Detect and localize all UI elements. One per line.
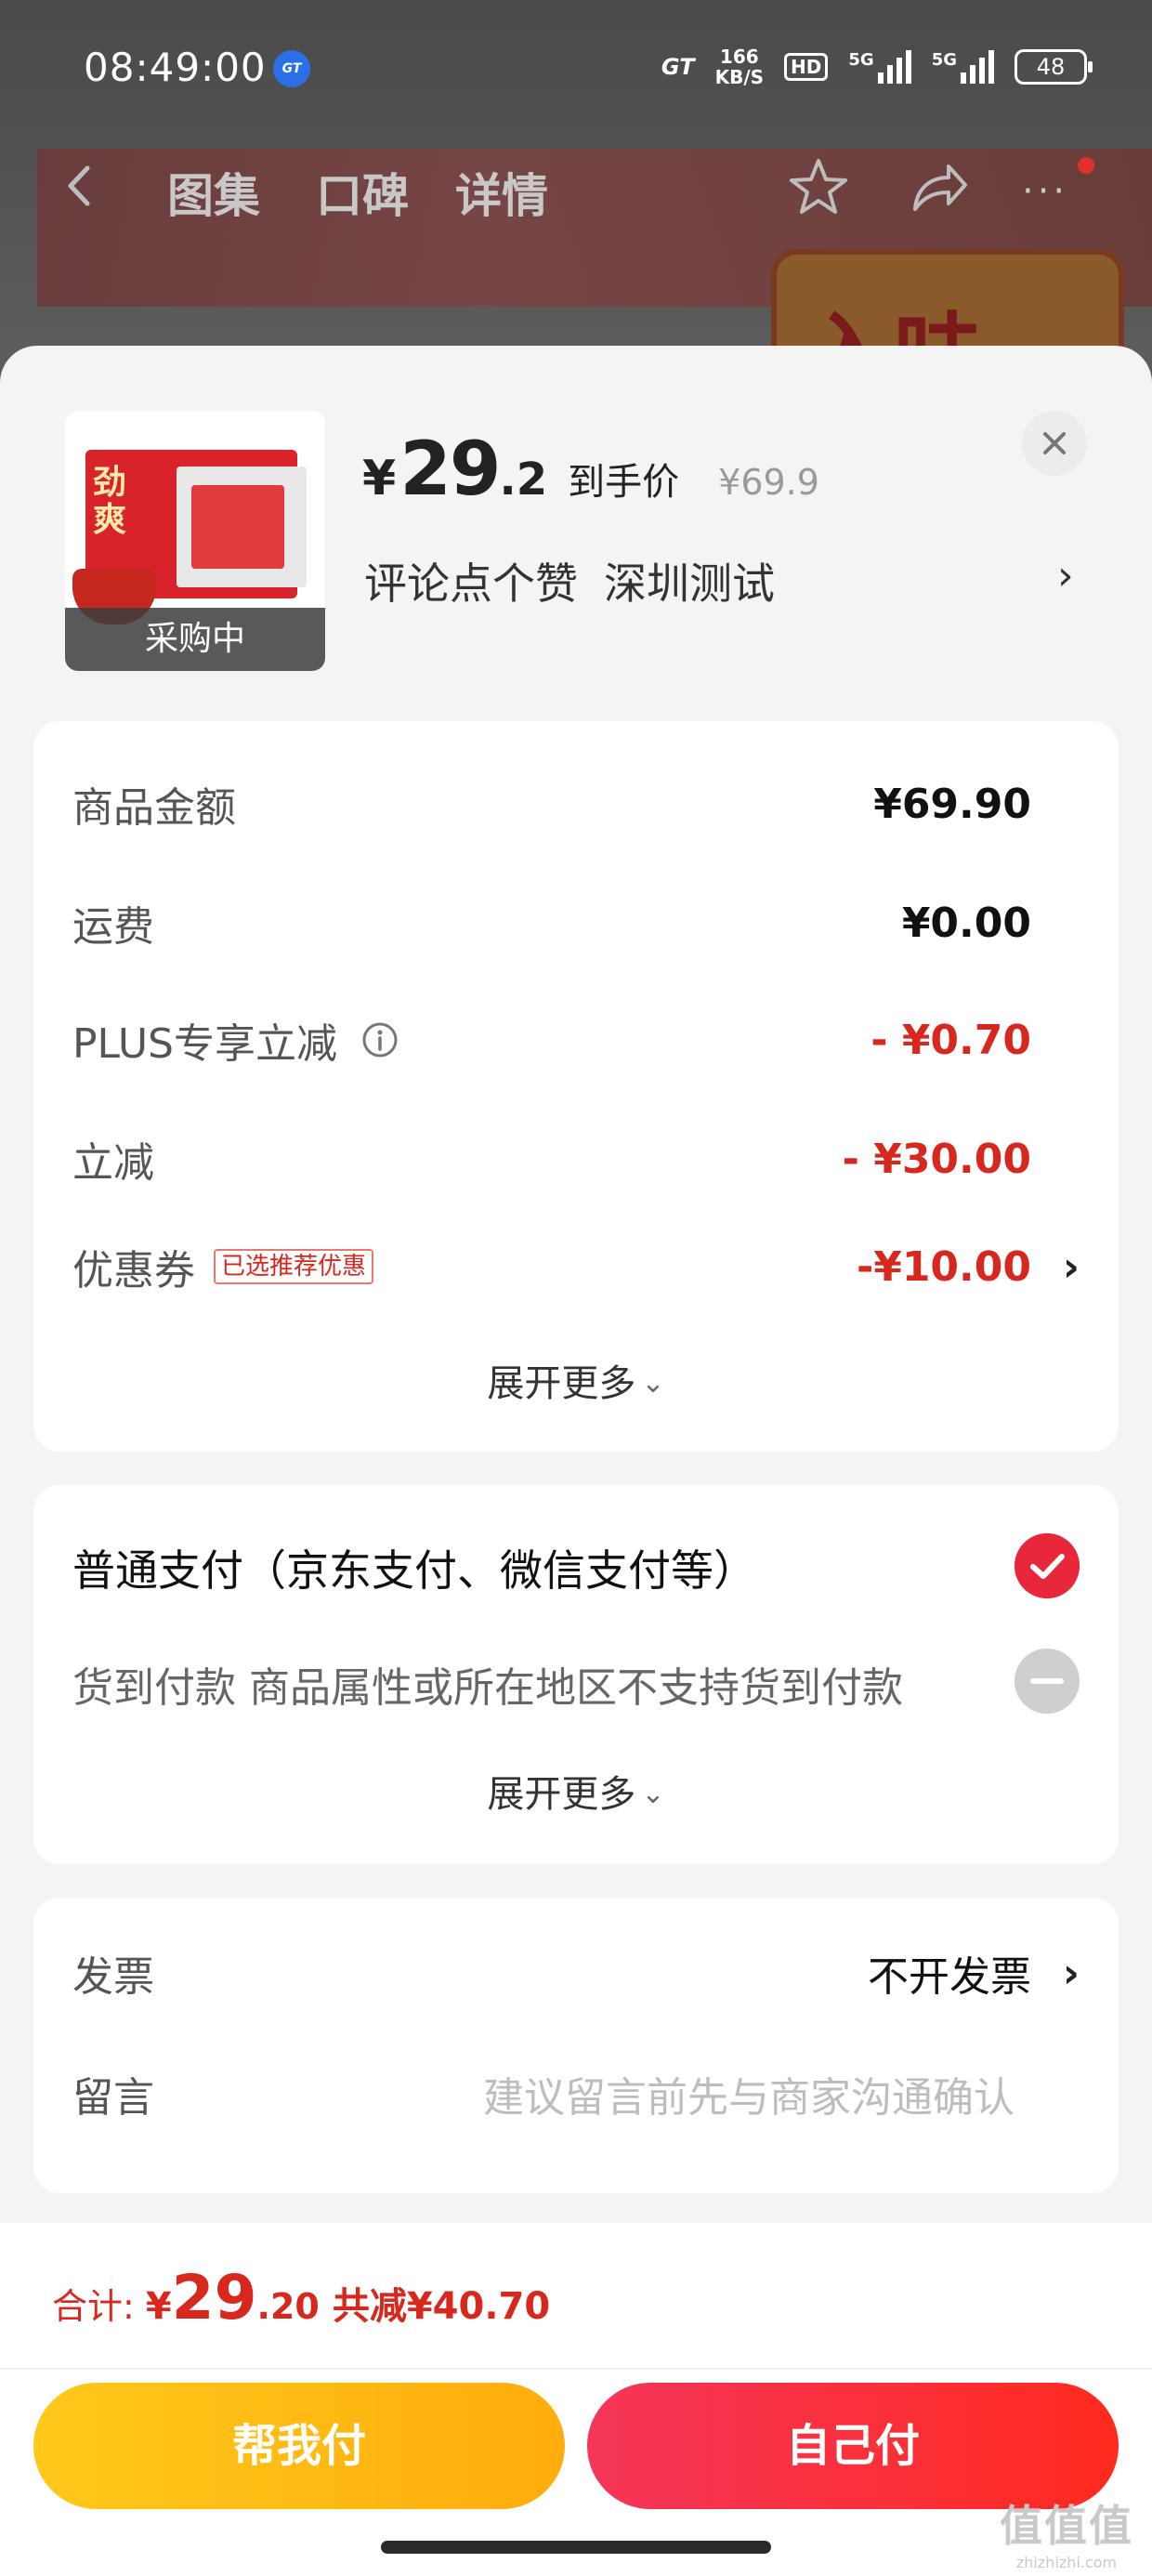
chevron-right-icon: › (1062, 1949, 1080, 1997)
help-me-pay-button[interactable]: 帮我付 (33, 2383, 565, 2509)
gt-app-icon: GT (273, 50, 310, 87)
signal-5g-icon: 5G (848, 50, 911, 84)
payment-option-normal[interactable]: 普通支付（京东支付、微信支付等） (72, 1537, 756, 1598)
chevron-right-icon[interactable]: › (1063, 1243, 1080, 1291)
checkout-footer: 合计: ¥ 29 .20 共减¥40.70 帮我付 自己付 值值值 zhizhi… (0, 2223, 1152, 2576)
chevron-down-icon: ⌄ (641, 1778, 665, 1810)
final-price-label: 到手价 (568, 461, 680, 504)
close-icon[interactable] (1022, 411, 1087, 476)
hd-icon: HD (784, 53, 829, 81)
status-bar: 08:49:00 GT GT 166 KB/S HD 5G 5G 48 (0, 0, 1152, 130)
row-instant-discount: 立减 - ¥30.00 (72, 1135, 1031, 1188)
final-price: ¥ 29 .2 到手价 ¥69.9 (362, 426, 819, 512)
product-thumbnail: 劲爽 采购中 (65, 411, 325, 671)
gt-label: GT (661, 54, 695, 80)
order-total: 合计: ¥ 29 .20 共减¥40.70 (52, 2262, 551, 2333)
row-shipping: 运费 ¥0.00 (72, 899, 1031, 952)
row-coupon[interactable]: 优惠券 已选推荐优惠 -¥10.00 › (72, 1234, 1080, 1299)
invoice-value: 不开发票 (868, 1953, 1031, 2001)
back-arrow-icon[interactable] (58, 163, 104, 209)
row-item-amount: 商品金额 ¥69.90 (72, 780, 1031, 833)
row-invoice[interactable]: 发票 不开发票 › (72, 1940, 1080, 2005)
chevron-down-icon: ⌄ (641, 1367, 665, 1400)
signal-5g-icon-2: 5G (932, 50, 994, 84)
tab-details[interactable]: 详情 (455, 159, 548, 226)
payment-option-cod: 货到付款 商品属性或所在地区不支持货到付款 (72, 1664, 903, 1712)
row-plus-discount: PLUS专享立减 - ¥0.70 (72, 1016, 1031, 1069)
battery-icon: 48 (1015, 49, 1093, 85)
price-breakdown-card: 商品金额 ¥69.90 运费 ¥0.00 PLUS专享立减 - ¥0.70 立减… (33, 721, 1119, 1452)
info-icon[interactable] (361, 1021, 399, 1058)
pay-myself-button[interactable]: 自己付 (587, 2383, 1119, 2509)
footer-divider (0, 2368, 1152, 2370)
product-subtitle[interactable]: 评论点个赞 深圳测试 (364, 550, 801, 611)
tab-reviews[interactable]: 口碑 (316, 159, 409, 226)
note-input[interactable]: 建议留言前先与商家沟通确认 (483, 2064, 1015, 2123)
purchasing-badge: 采购中 (65, 608, 325, 671)
share-icon[interactable] (906, 155, 971, 220)
original-price: ¥69.9 (718, 462, 819, 503)
invoice-note-card: 发票 不开发票 › 留言 建议留言前先与商家沟通确认 (33, 1898, 1119, 2193)
status-time: 08:49:00 (84, 45, 267, 90)
product-navbar: 图集 口碑 详情 ··· (0, 144, 1152, 228)
status-indicators: GT 166 KB/S HD 5G 5G 48 (661, 43, 1093, 91)
payment-method-card: 普通支付（京东支付、微信支付等） 货到付款 商品属性或所在地区不支持货到付款 展… (33, 1485, 1119, 1864)
tab-gallery[interactable]: 图集 (167, 159, 260, 226)
coupon-tag: 已选推荐优惠 (214, 1249, 374, 1284)
notification-dot (1078, 157, 1094, 174)
expand-more-button-payment[interactable]: 展开更多 ⌄ (33, 1764, 1119, 1818)
row-note: 留言 建议留言前先与商家沟通确认 (72, 2061, 1080, 2126)
watermark-logo: 值值值 zhizhizhi.com (1000, 2501, 1133, 2571)
star-icon[interactable] (786, 155, 851, 220)
chevron-right-icon[interactable]: › (1057, 552, 1074, 599)
product-summary: 劲爽 采购中 ¥ 29 .2 到手价 ¥69.9 评论点个赞 深圳测试 › (0, 346, 1152, 699)
network-speed: 166 KB/S (714, 46, 765, 88)
total-savings: 共减¥40.70 (332, 2285, 551, 2328)
disabled-icon (1015, 1649, 1080, 1714)
expand-more-button[interactable]: 展开更多 ⌄ (33, 1353, 1119, 1407)
check-selected-icon[interactable] (1015, 1533, 1080, 1598)
home-indicator[interactable] (381, 2541, 771, 2554)
product-thumb-text: 劲爽 (93, 464, 127, 539)
more-icon[interactable]: ··· (1022, 170, 1068, 213)
